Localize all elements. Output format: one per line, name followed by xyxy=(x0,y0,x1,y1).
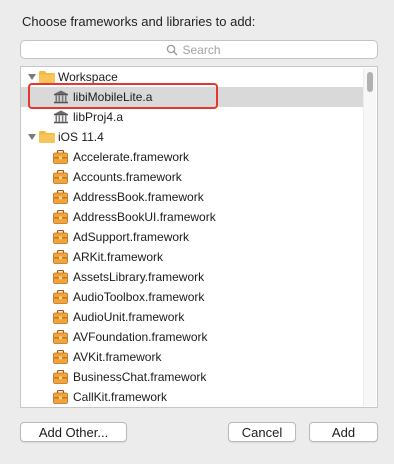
tree-item-framework[interactable]: Accelerate.framework xyxy=(21,147,365,167)
tree-item-label: Accounts.framework xyxy=(73,170,182,184)
framework-toolbox-icon xyxy=(53,390,68,404)
tree-item-label: AudioToolbox.framework xyxy=(73,290,205,304)
tree-item-framework[interactable]: AVKit.framework xyxy=(21,347,365,367)
search-icon xyxy=(166,44,177,55)
tree-item-label: AudioUnit.framework xyxy=(73,310,185,324)
framework-toolbox-icon xyxy=(53,170,68,184)
framework-toolbox-icon xyxy=(53,290,68,304)
disclosure-triangle-icon[interactable] xyxy=(28,74,36,80)
scrollbar-thumb[interactable] xyxy=(367,72,373,92)
tree-item-label: AVKit.framework xyxy=(73,350,162,364)
add-button[interactable]: Add xyxy=(309,422,378,442)
tree-item-framework[interactable]: CallKit.framework xyxy=(21,387,365,407)
prompt-label: Choose frameworks and libraries to add: xyxy=(22,14,256,29)
add-other-button[interactable]: Add Other... xyxy=(20,422,127,442)
folder-icon xyxy=(39,131,55,143)
tree-item-label: BusinessChat.framework xyxy=(73,370,207,384)
library-icon xyxy=(54,110,68,124)
tree-group-label: iOS 11.4 xyxy=(58,130,104,144)
tree-item-label: libProj4.a xyxy=(73,110,124,124)
tree-item-framework[interactable]: AVFoundation.framework xyxy=(21,327,365,347)
search-field[interactable] xyxy=(20,40,378,59)
cancel-button[interactable]: Cancel xyxy=(228,422,296,442)
tree-item-framework[interactable]: ARKit.framework xyxy=(21,247,365,267)
framework-toolbox-icon xyxy=(53,150,68,164)
tree-item[interactable]: libProj4.a xyxy=(21,107,365,127)
scrollbar[interactable] xyxy=(363,68,376,406)
framework-toolbox-icon xyxy=(53,230,68,244)
framework-toolbox-icon xyxy=(53,350,68,364)
tree-item-framework[interactable]: AudioToolbox.framework xyxy=(21,287,365,307)
tree-group-label: Workspace xyxy=(58,70,118,84)
tree-group-ios[interactable]: iOS 11.4 xyxy=(21,127,365,147)
framework-toolbox-icon xyxy=(53,310,68,324)
tree-item-framework[interactable]: AdSupport.framework xyxy=(21,227,365,247)
tree-item-label: Accelerate.framework xyxy=(73,150,190,164)
tree-item-label: AVFoundation.framework xyxy=(73,330,208,344)
framework-toolbox-icon xyxy=(53,270,68,284)
tree-item-label: AssetsLibrary.framework xyxy=(73,270,205,284)
folder-icon xyxy=(39,71,55,83)
framework-toolbox-icon xyxy=(53,370,68,384)
tree-item-framework[interactable]: Accounts.framework xyxy=(21,167,365,187)
framework-toolbox-icon xyxy=(53,250,68,264)
tree-item-framework[interactable]: BusinessChat.framework xyxy=(21,367,365,387)
tree-item-framework[interactable]: AddressBook.framework xyxy=(21,187,365,207)
disclosure-triangle-icon[interactable] xyxy=(28,134,36,140)
framework-toolbox-icon xyxy=(53,190,68,204)
tree-item-label: ARKit.framework xyxy=(73,250,164,264)
tree-item-framework[interactable]: AssetsLibrary.framework xyxy=(21,267,365,287)
framework-toolbox-icon xyxy=(53,210,68,224)
search-input[interactable] xyxy=(182,42,233,57)
tree-item-framework[interactable]: AudioUnit.framework xyxy=(21,307,365,327)
selection-highlight-annotation xyxy=(28,83,218,109)
tree-item-label: CallKit.framework xyxy=(73,390,168,404)
framework-toolbox-icon xyxy=(53,330,68,344)
tree-item-label: AdSupport.framework xyxy=(73,230,190,244)
tree-item-label: AddressBookUI.framework xyxy=(73,210,216,224)
tree-item-label: AddressBook.framework xyxy=(73,190,204,204)
framework-list[interactable]: Workspace libiMobileLite.a libProj4.a iO… xyxy=(20,66,378,408)
tree-item-framework[interactable]: AddressBookUI.framework xyxy=(21,207,365,227)
